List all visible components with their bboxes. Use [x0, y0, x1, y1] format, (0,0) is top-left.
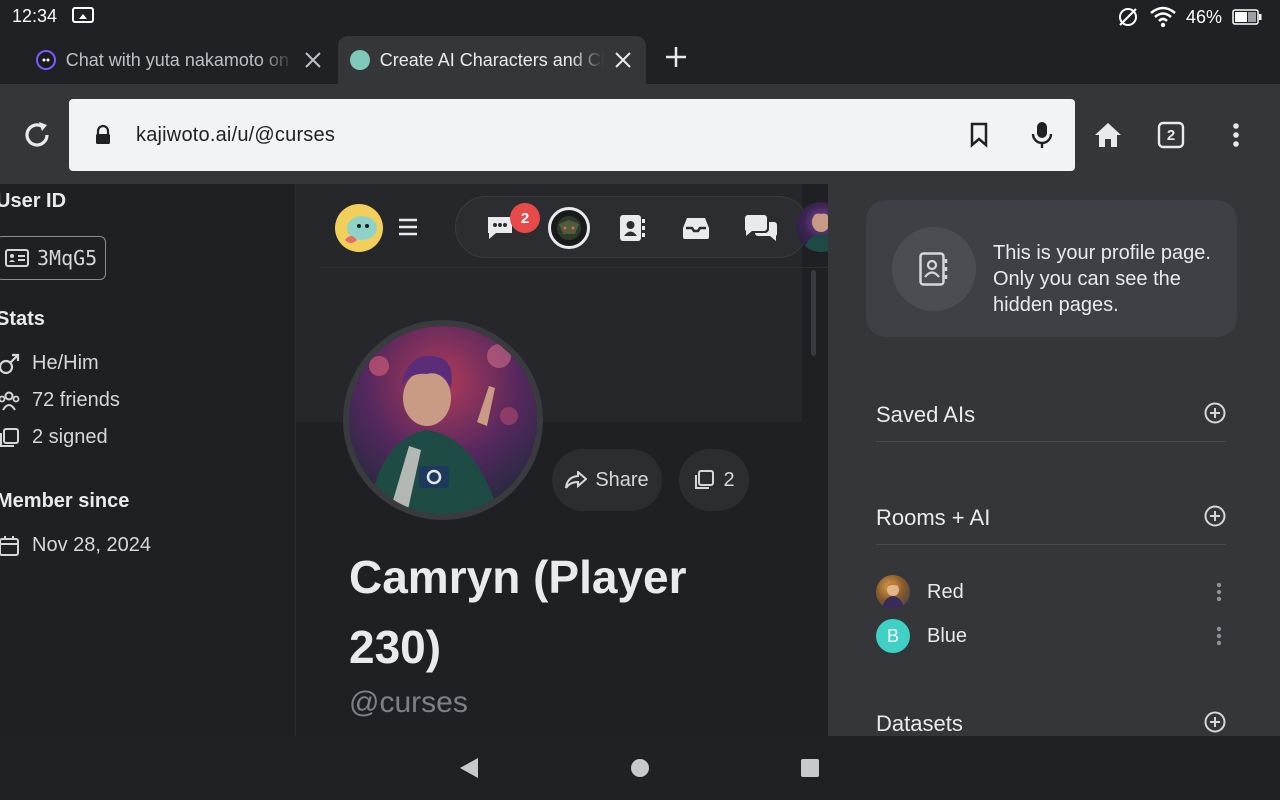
profile-sidebar: User ID 3MqG5 Stats He/Him 72 friends 2 …	[0, 184, 296, 736]
user-id-value: 3MqG5	[37, 246, 98, 270]
cast-icon	[72, 7, 94, 23]
inbox-tray-icon[interactable]	[680, 212, 712, 244]
contacts-book-icon[interactable]	[616, 212, 648, 244]
close-tab-icon[interactable]	[612, 49, 634, 71]
room-name: Blue	[927, 624, 968, 647]
character-avatar-icon[interactable]	[548, 207, 590, 249]
id-card-icon	[5, 249, 29, 267]
tab-title: Chat with yuta nakamoto on Kajiwoto	[65, 49, 295, 70]
friends-row: 72 friends	[0, 389, 120, 412]
signed-row: 2 signed	[0, 426, 108, 449]
rooms-section[interactable]: Rooms + AI	[876, 495, 1226, 545]
more-vertical-icon[interactable]	[1216, 582, 1222, 602]
pronouns: He/Him	[32, 352, 99, 374]
profile-info-card: This is your profile page. Only you can …	[866, 200, 1237, 337]
profile-name: Camryn (Player 230)	[349, 551, 687, 673]
room-item[interactable]: Red	[876, 575, 1226, 609]
scrollbar[interactable]	[811, 270, 816, 356]
recents-square-icon[interactable]	[800, 758, 820, 778]
chat-bubbles-icon[interactable]	[743, 212, 779, 244]
more-menu-icon[interactable]	[1226, 122, 1246, 148]
user-id-heading: User ID	[0, 190, 67, 212]
hamburger-menu-icon[interactable]	[398, 218, 418, 236]
copy-icon	[0, 427, 19, 447]
profile-main: 2 Share 2 Camryn (Player 230) @curses	[296, 184, 866, 736]
home-circle-icon[interactable]	[630, 758, 650, 778]
profile-info-text: This is your profile page. Only you can …	[993, 242, 1211, 316]
friends-icon	[0, 391, 20, 411]
browser-toolbar: kajiwoto.ai/u/@curses 2	[0, 84, 1280, 184]
signed-count: 2 signed	[32, 426, 108, 448]
datasets-section[interactable]: Datasets	[876, 701, 1226, 736]
address-bar[interactable]: kajiwoto.ai/u/@curses	[69, 99, 1075, 171]
dino-favicon	[350, 50, 370, 70]
member-date: Nov 28, 2024	[32, 534, 151, 556]
new-tab-icon[interactable]	[664, 45, 688, 69]
battery-icon	[1232, 9, 1262, 25]
site-logo[interactable]	[335, 204, 383, 252]
room-avatar	[876, 575, 910, 609]
tab-switcher-button[interactable]: 2	[1157, 121, 1187, 149]
status-bar: 12:34 46%	[0, 0, 1280, 32]
lock-icon[interactable]	[94, 125, 112, 145]
home-icon[interactable]	[1092, 120, 1124, 150]
profile-avatar	[343, 320, 543, 520]
profile-side-panel: This is your profile page. Only you can …	[828, 184, 1280, 736]
add-circle-icon[interactable]	[1204, 402, 1226, 424]
tab-chat[interactable]: Chat with yuta nakamoto on Kajiwoto	[24, 36, 336, 84]
user-id-badge[interactable]: 3MqG5	[0, 236, 106, 280]
room-item[interactable]: B Blue	[876, 619, 1226, 653]
stats-heading: Stats	[0, 308, 45, 330]
add-circle-icon[interactable]	[1204, 711, 1226, 733]
reload-icon[interactable]	[20, 118, 54, 152]
saved-ais-label: Saved AIs	[876, 402, 976, 427]
room-name: Red	[927, 580, 964, 603]
saved-ais-section[interactable]: Saved AIs	[876, 392, 1226, 442]
back-icon[interactable]	[458, 757, 480, 779]
member-date-row: Nov 28, 2024	[0, 534, 151, 557]
tab-strip: Chat with yuta nakamoto on Kajiwoto Crea…	[0, 32, 1280, 84]
bookmark-icon[interactable]	[969, 122, 989, 148]
web-page: User ID 3MqG5 Stats He/Him 72 friends 2 …	[0, 184, 1280, 736]
share-arrow-icon	[565, 471, 588, 489]
signed-count-value: 2	[723, 468, 735, 491]
battery-percent: 46%	[1185, 6, 1222, 27]
share-button[interactable]: Share	[552, 449, 662, 511]
tab-create[interactable]: Create AI Characters and Chat	[338, 36, 646, 84]
contacts-book-icon	[919, 252, 948, 286]
rooms-label: Rooms + AI	[876, 505, 991, 530]
system-navigation-bar	[0, 736, 1280, 800]
add-circle-icon[interactable]	[1204, 505, 1226, 527]
datasets-label: Datasets	[876, 711, 963, 736]
close-tab-icon[interactable]	[302, 49, 324, 71]
profile-handle: @curses	[349, 686, 468, 719]
info-icon-circle	[892, 227, 976, 311]
more-vertical-icon[interactable]	[1216, 626, 1222, 646]
room-avatar: B	[876, 619, 910, 653]
room-avatar-letter: B	[886, 625, 899, 646]
site-navbar: 2	[320, 184, 866, 268]
wifi-icon	[1150, 6, 1176, 28]
message-count-badge: 2	[510, 203, 540, 233]
no-sim-icon	[1118, 8, 1137, 26]
tab-title: Create AI Characters and Chat	[379, 49, 605, 70]
kajiwoto-favicon	[36, 50, 56, 70]
signed-count-button[interactable]: 2	[679, 449, 749, 511]
tab-count: 2	[1166, 126, 1176, 144]
male-symbol-icon	[0, 353, 20, 374]
pronouns-row: He/Him	[0, 352, 99, 375]
microphone-icon[interactable]	[1031, 121, 1053, 149]
calendar-icon	[0, 535, 19, 556]
clock: 12:34	[12, 6, 58, 26]
share-label: Share	[595, 468, 649, 491]
copy-icon	[695, 470, 715, 489]
nav-pill: 2	[455, 196, 809, 258]
member-since-heading: Member since	[0, 490, 130, 512]
friends-count: 72 friends	[32, 389, 120, 411]
url-text[interactable]: kajiwoto.ai/u/@curses	[136, 124, 335, 147]
